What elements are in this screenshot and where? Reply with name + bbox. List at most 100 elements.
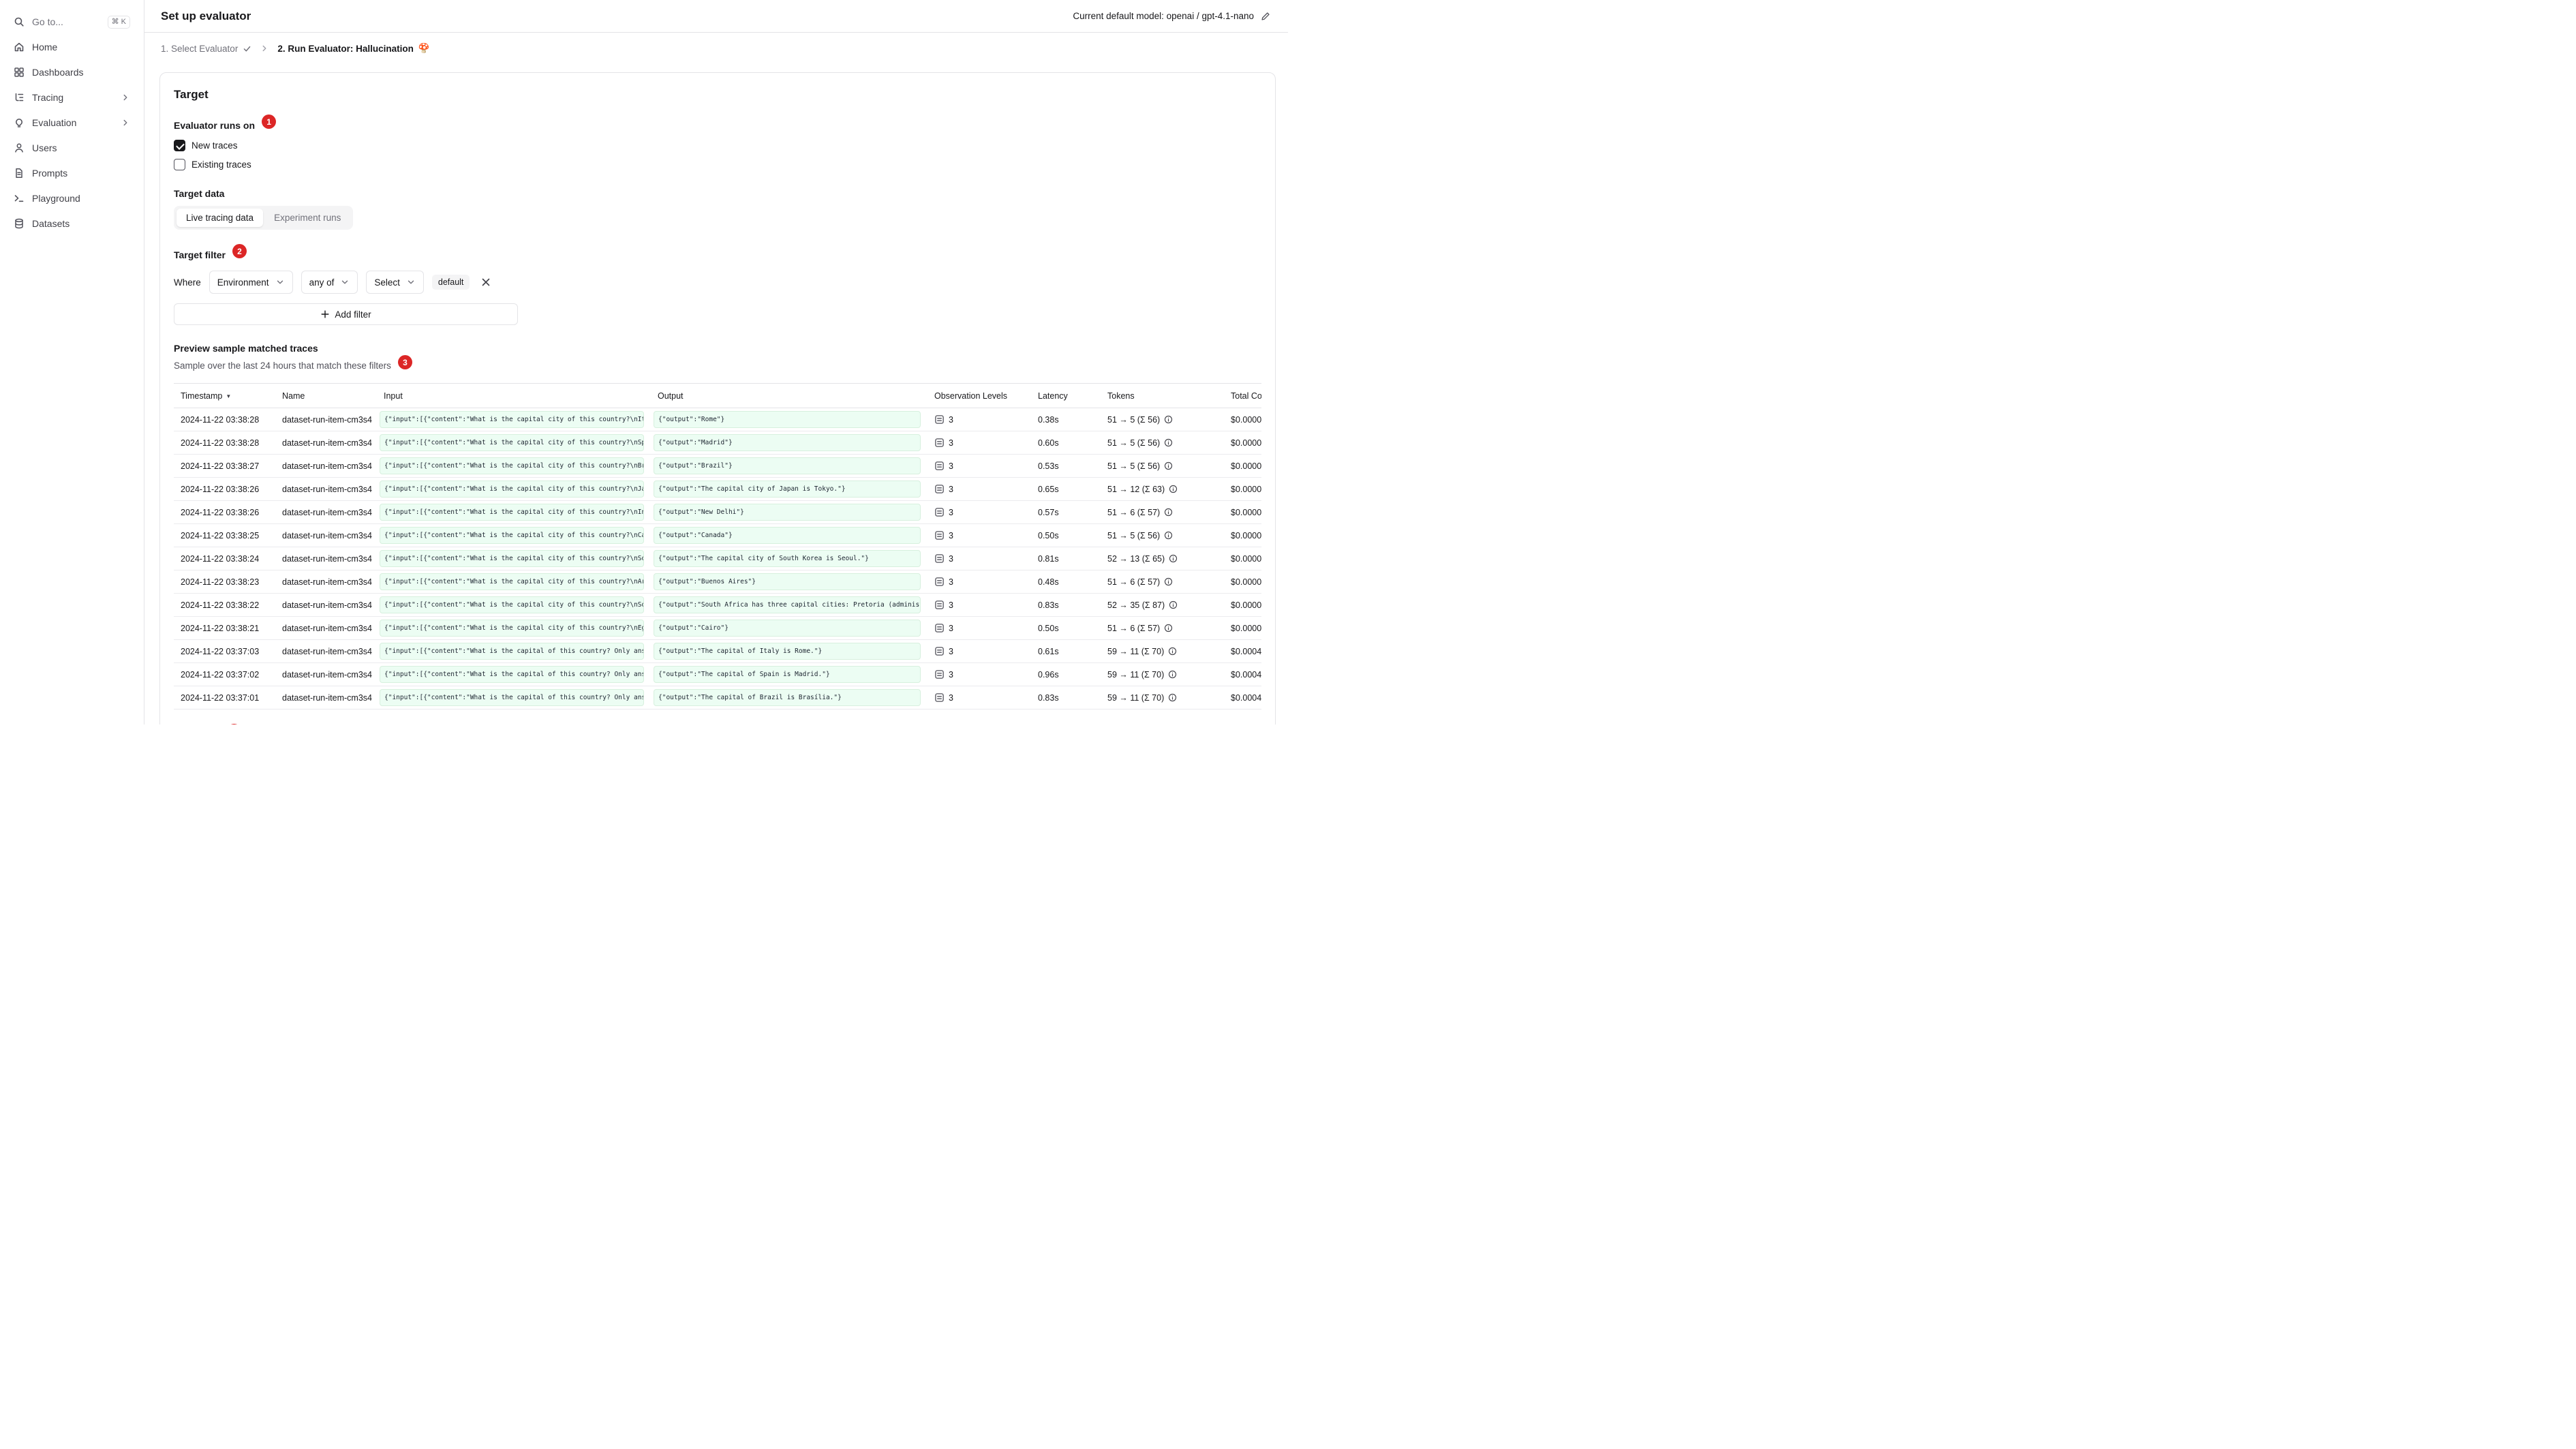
filter-value-chip-default[interactable]: default — [431, 275, 470, 290]
cell-input[interactable]: {"input":[{"content":"What is the capita… — [380, 573, 644, 590]
step-1-select-evaluator[interactable]: 1. Select Evaluator — [161, 44, 251, 54]
table-row[interactable]: 2024-11-22 03:37:01 dataset-run-item-cm3… — [174, 686, 1261, 710]
col-header-latency[interactable]: Latency — [1031, 383, 1101, 408]
filter-operator-select[interactable]: any of — [301, 271, 358, 294]
cell-input[interactable]: {"input":[{"content":"What is the capita… — [380, 434, 644, 451]
cell-input[interactable]: {"input":[{"content":"What is the capita… — [380, 596, 644, 613]
info-icon[interactable] — [1169, 600, 1178, 609]
where-label: Where — [174, 277, 201, 288]
info-icon[interactable] — [1169, 554, 1178, 563]
existing-traces-checkbox[interactable] — [174, 159, 185, 170]
cell-input[interactable]: {"input":[{"content":"What is the capita… — [380, 504, 644, 521]
table-row[interactable]: 2024-11-22 03:37:02 dataset-run-item-cm3… — [174, 662, 1261, 686]
info-icon[interactable] — [1164, 415, 1173, 424]
table-row[interactable]: 2024-11-22 03:38:26 dataset-run-item-cm3… — [174, 500, 1261, 524]
content-area: Target Evaluator runs on 1 New traces Ex… — [144, 64, 1288, 724]
cell-latency: 0.81s — [1038, 553, 1059, 564]
filter-column-select[interactable]: Environment — [209, 271, 293, 294]
info-icon[interactable] — [1168, 670, 1177, 679]
cell-input[interactable]: {"input":[{"content":"What is the capita… — [380, 689, 644, 706]
cell-output[interactable]: {"output":"Cairo"} — [654, 620, 921, 637]
info-icon[interactable] — [1168, 693, 1177, 702]
cell-input[interactable]: {"input":[{"content":"What is the capita… — [380, 643, 644, 660]
info-icon[interactable] — [1169, 485, 1178, 493]
chevron-down-icon — [406, 277, 416, 287]
cell-input[interactable]: {"input":[{"content":"What is the capita… — [380, 411, 644, 428]
cell-input[interactable]: {"input":[{"content":"What is the capita… — [380, 620, 644, 637]
cell-tokens: 59 → 11 (Σ 70) — [1107, 670, 1217, 680]
table-row[interactable]: 2024-11-22 03:38:23 dataset-run-item-cm3… — [174, 570, 1261, 594]
info-icon[interactable] — [1164, 438, 1173, 447]
cell-output[interactable]: {"output":"The capital of Spain is Madri… — [654, 666, 921, 683]
cell-input[interactable]: {"input":[{"content":"What is the capita… — [380, 666, 644, 683]
cell-total-cost: $0.000011 ( — [1231, 623, 1261, 633]
cell-input[interactable]: {"input":[{"content":"What is the capita… — [380, 457, 644, 474]
table-row[interactable]: 2024-11-22 03:37:03 dataset-run-item-cm3… — [174, 639, 1261, 663]
cell-input[interactable]: {"input":[{"content":"What is the capita… — [380, 527, 644, 544]
edit-pencil-icon[interactable] — [1261, 12, 1270, 21]
table-row[interactable]: 2024-11-22 03:38:25 dataset-run-item-cm3… — [174, 523, 1261, 547]
cell-output[interactable]: {"output":"The capital city of Japan is … — [654, 481, 921, 498]
cell-input[interactable]: {"input":[{"content":"What is the capita… — [380, 481, 644, 498]
sidebar-item-datasets[interactable]: Datasets — [8, 211, 136, 236]
filter-value-select[interactable]: Select — [366, 271, 424, 294]
info-icon[interactable] — [1164, 624, 1173, 632]
table-row[interactable]: 2024-11-22 03:38:22 dataset-run-item-cm3… — [174, 593, 1261, 617]
remove-filter-icon[interactable] — [480, 277, 491, 288]
sidebar-item-users[interactable]: Users — [8, 136, 136, 160]
col-header-observation-levels[interactable]: Observation Levels — [927, 383, 1031, 408]
sidebar-item-playground[interactable]: Playground — [8, 186, 136, 211]
observations-icon — [934, 669, 945, 680]
cell-output[interactable]: {"output":"New Delhi"} — [654, 504, 921, 521]
info-icon[interactable] — [1164, 508, 1173, 517]
cell-timestamp: 2024-11-22 03:37:02 — [181, 669, 260, 680]
target-section-title: Target — [174, 88, 209, 101]
info-icon[interactable] — [1164, 577, 1173, 586]
col-header-output[interactable]: Output — [651, 383, 927, 408]
cell-total-cost: $0.000029 — [1231, 600, 1261, 610]
cell-output[interactable]: {"output":"Brazil"} — [654, 457, 921, 474]
cell-output[interactable]: {"output":"The capital of Brazil is Bras… — [654, 689, 921, 706]
add-filter-button[interactable]: Add filter — [174, 303, 518, 325]
col-header-name[interactable]: Name — [275, 383, 377, 408]
cell-output[interactable]: {"output":"Rome"} — [654, 411, 921, 428]
observations-icon — [934, 461, 945, 471]
table-row[interactable]: 2024-11-22 03:38:28 dataset-run-item-cm3… — [174, 408, 1261, 431]
cell-observation-levels: 3 — [934, 461, 1024, 471]
col-header-total-cost[interactable]: Total Cost — [1224, 383, 1261, 408]
table-row[interactable]: 2024-11-22 03:38:28 dataset-run-item-cm3… — [174, 431, 1261, 455]
goto-search[interactable]: Go to... ⌘ K — [8, 10, 136, 34]
col-header-input[interactable]: Input — [377, 383, 651, 408]
cell-total-cost: $0.000011 ( — [1231, 577, 1261, 587]
cell-output[interactable]: {"output":"Buenos Aires"} — [654, 573, 921, 590]
cell-output[interactable]: {"output":"Canada"} — [654, 527, 921, 544]
sidebar-item-tracing[interactable]: Tracing — [8, 85, 136, 110]
info-icon[interactable] — [1168, 647, 1177, 656]
tab-live-tracing-data[interactable]: Live tracing data — [177, 209, 264, 227]
sidebar-item-prompts[interactable]: Prompts — [8, 161, 136, 185]
table-row[interactable]: 2024-11-22 03:38:21 dataset-run-item-cm3… — [174, 616, 1261, 640]
info-icon[interactable] — [1164, 531, 1173, 540]
cell-observation-levels: 3 — [934, 692, 1024, 703]
col-header-timestamp[interactable]: Timestamp ▼ — [174, 383, 275, 408]
cell-input[interactable]: {"input":[{"content":"What is the capita… — [380, 550, 644, 567]
tab-experiment-runs[interactable]: Experiment runs — [264, 209, 350, 227]
cell-total-cost: $0.00046 ( — [1231, 646, 1261, 656]
sidebar-item-dashboards[interactable]: Dashboards — [8, 60, 136, 85]
cell-output[interactable]: {"output":"The capital of Italy is Rome.… — [654, 643, 921, 660]
cell-output[interactable]: {"output":"South Africa has three capita… — [654, 596, 921, 613]
sidebar-item-home[interactable]: Home — [8, 35, 136, 59]
cell-tokens: 51 → 12 (Σ 63) — [1107, 485, 1217, 494]
cell-output[interactable]: {"output":"The capital city of South Kor… — [654, 550, 921, 567]
sidebar-item-evaluation[interactable]: Evaluation — [8, 110, 136, 135]
cell-timestamp: 2024-11-22 03:38:24 — [181, 553, 260, 564]
new-traces-checkbox[interactable] — [174, 140, 185, 151]
table-row[interactable]: 2024-11-22 03:38:26 dataset-run-item-cm3… — [174, 477, 1261, 501]
check-icon — [243, 44, 251, 53]
cell-output[interactable]: {"output":"Madrid"} — [654, 434, 921, 451]
table-row[interactable]: 2024-11-22 03:38:24 dataset-run-item-cm3… — [174, 547, 1261, 570]
col-header-tokens[interactable]: Tokens — [1101, 383, 1224, 408]
table-row[interactable]: 2024-11-22 03:38:27 dataset-run-item-cm3… — [174, 454, 1261, 478]
info-icon[interactable] — [1164, 461, 1173, 470]
cell-tokens: 59 → 11 (Σ 70) — [1107, 647, 1217, 656]
